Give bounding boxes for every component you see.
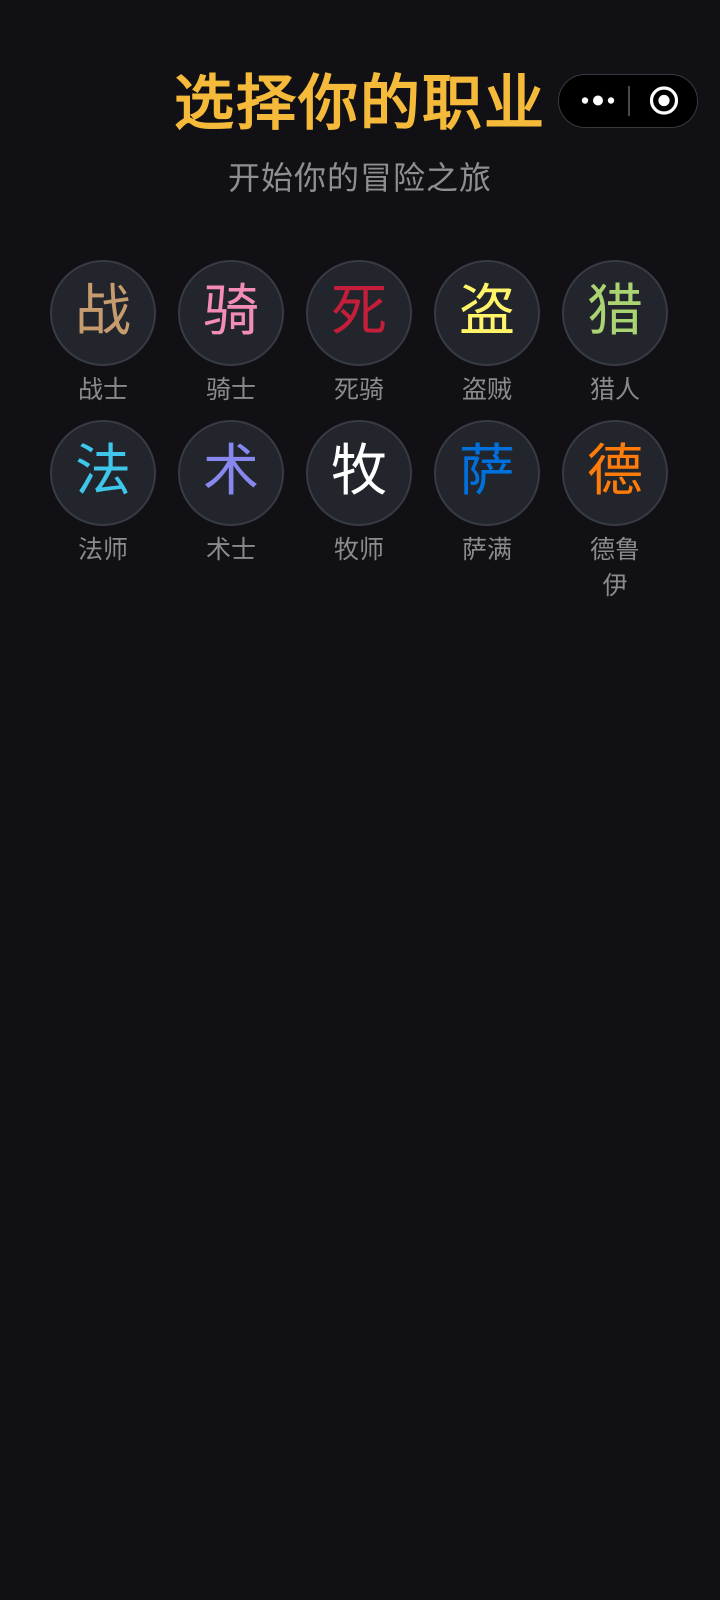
class-glyph: 术: [203, 439, 259, 504]
target-close-icon: [649, 86, 679, 115]
class-icon-circle: 萨: [434, 420, 540, 526]
more-button[interactable]: [569, 75, 627, 126]
class-label: 死骑: [333, 375, 384, 404]
class-glyph: 战: [75, 279, 131, 344]
class-label: 德鲁伊: [589, 535, 640, 600]
class-grid: 战 战士 骑 骑士 死 死骑 盗 盗贼 猎 猎人 法 法师 术 术士 牧 牧师 …: [50, 260, 670, 600]
class-glyph: 德: [587, 439, 643, 504]
class-icon-circle: 战: [50, 260, 156, 366]
class-icon-circle: 德: [562, 420, 668, 526]
class-label: 战士: [77, 375, 128, 404]
class-icon-circle: 法: [50, 420, 156, 526]
class-glyph: 盗: [459, 279, 515, 344]
page-subtitle: 开始你的冒险之旅: [227, 159, 492, 197]
class-glyph: 猎: [587, 279, 643, 344]
class-glyph: 萨: [459, 439, 515, 504]
class-label: 法师: [77, 535, 128, 564]
class-label: 盗贼: [461, 375, 512, 404]
more-dots-icon: [581, 95, 615, 106]
class-glyph: 死: [331, 279, 387, 344]
class-icon-circle: 骑: [178, 260, 284, 366]
class-icon-circle: 盗: [434, 260, 540, 366]
class-glyph: 骑: [203, 279, 259, 344]
class-icon-circle: 猎: [562, 260, 668, 366]
class-glyph: 法: [75, 439, 131, 504]
class-label: 骑士: [205, 375, 256, 404]
class-glyph: 牧: [331, 439, 387, 504]
class-label: 牧师: [333, 535, 384, 564]
class-icon-circle: 死: [306, 260, 412, 366]
capsule-divider: [628, 86, 630, 116]
close-button[interactable]: [631, 75, 697, 126]
mini-program-capsule: [558, 74, 698, 128]
class-icon-circle: 术: [178, 420, 284, 526]
class-label: 术士: [205, 535, 256, 564]
class-label: 萨满: [461, 535, 512, 564]
class-icon-circle: 牧: [306, 420, 412, 526]
class-label: 猎人: [589, 375, 640, 404]
